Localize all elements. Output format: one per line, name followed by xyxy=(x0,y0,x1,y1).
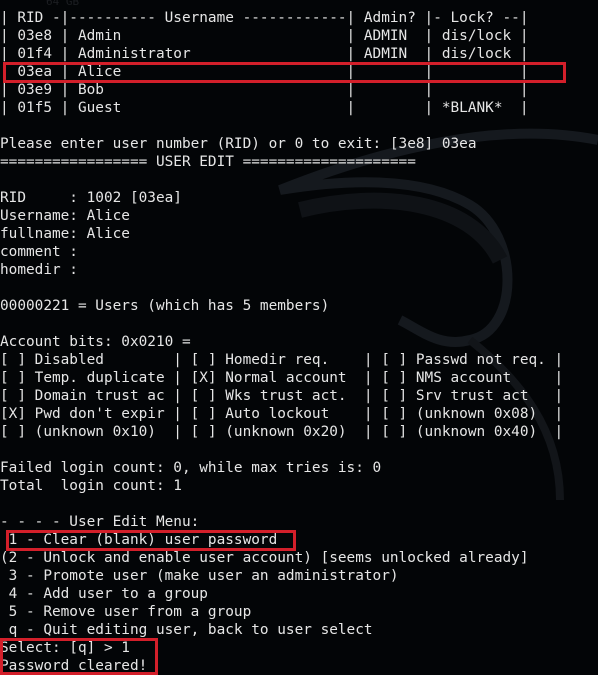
terminal-line: 1 - Clear (blank) user password xyxy=(0,532,278,548)
terminal-line: | 01f4 | Administrator | ADMIN | dis/loc… xyxy=(0,46,529,62)
terminal-window[interactable]: 64 GB | RID -|---------- Username ------… xyxy=(0,0,598,675)
terminal-line: Please enter user number (RID) or 0 to e… xyxy=(0,136,477,152)
terminal-line: | 03e8 | Admin | ADMIN | dis/lock | xyxy=(0,28,529,44)
terminal-line: | 03e9 | Bob | | | xyxy=(0,82,529,98)
terminal-line: [ ] (unknown 0x10) | [ ] (unknown 0x20) … xyxy=(0,424,564,440)
terminal-line: 3 - Promote user (make user an administr… xyxy=(0,568,399,584)
terminal-line: fullname: Alice xyxy=(0,226,130,242)
terminal-line: ================= USER EDIT ============… xyxy=(0,154,416,170)
terminal-line: 00000221 = Users (which has 5 members) xyxy=(0,298,330,314)
terminal-line: [ ] Temp. duplicate | [X] Normal account… xyxy=(0,370,564,386)
terminal-line: comment : xyxy=(0,244,78,260)
terminal-line: homedir : xyxy=(0,262,78,278)
terminal-line: Failed login count: 0, while max tries i… xyxy=(0,460,382,476)
terminal-line: | RID -|---------- Username ------------… xyxy=(0,10,529,26)
terminal-line: | 01f5 | Guest | | *BLANK* | xyxy=(0,100,529,116)
terminal-line: Account bits: 0x0210 = xyxy=(0,334,191,350)
terminal-line: Password cleared! xyxy=(0,658,148,674)
terminal-line: Username: Alice xyxy=(0,208,130,224)
terminal-line: 5 - Remove user from a group xyxy=(0,604,252,620)
terminal-line: RID : 1002 [03ea] xyxy=(0,190,182,206)
terminal-line: q - Quit editing user, back to user sele… xyxy=(0,622,373,638)
terminal-line: (2 - Unlock and enable user account) [se… xyxy=(0,550,529,566)
terminal-line: | 03ea | Alice | | | xyxy=(0,64,529,80)
terminal-line: - - - - User Edit Menu: xyxy=(0,514,200,530)
terminal-line: Select: [q] > 1 xyxy=(0,640,130,656)
terminal-line: [X] Pwd don't expir | [ ] Auto lockout |… xyxy=(0,406,564,422)
terminal-line: [ ] Disabled | [ ] Homedir req. | [ ] Pa… xyxy=(0,352,564,368)
terminal-line: Total login count: 1 xyxy=(0,478,182,494)
dragon-wing-shade xyxy=(298,192,508,264)
background-storage-label: 64 GB xyxy=(46,0,80,8)
terminal-line: 4 - Add user to a group xyxy=(0,586,208,602)
terminal-line: [ ] Domain trust ac | [ ] Wks trust act.… xyxy=(0,388,564,404)
